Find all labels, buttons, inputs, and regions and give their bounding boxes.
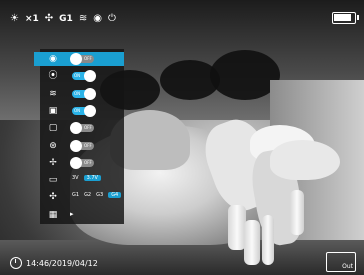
toggle-knob (84, 104, 96, 117)
fan-icon: ✢ (49, 157, 57, 168)
fan-level: G1 (59, 14, 73, 24)
scene-post (290, 190, 304, 235)
option-group: G1 G2 G3 G4 (72, 192, 122, 199)
toggle-label: OFF (84, 159, 92, 165)
toggle-knob (84, 87, 96, 100)
battery-icon: ▭ (48, 175, 58, 186)
toggle-label: ON (74, 107, 81, 113)
toggle-switch[interactable]: ON (72, 104, 96, 117)
timestamp: 14:46/2019/04/12 (10, 257, 98, 269)
eye-icon: ◉ (49, 54, 57, 64)
battery-icon (332, 12, 359, 24)
wifi-icon: ≋ (78, 13, 88, 24)
option-g2[interactable]: G2 (84, 192, 91, 198)
toggle-knob (70, 139, 82, 152)
clock-icon (10, 257, 22, 269)
menu-item-fan-speed[interactable]: ✣ G1 G2 G3 G4 (40, 190, 124, 204)
toggle-knob (84, 70, 96, 83)
menu-item-fan[interactable]: ✢ OFF (40, 156, 124, 170)
fan-icon: ✣ (44, 13, 54, 24)
option-3v[interactable]: 3V (72, 175, 79, 181)
toggle-switch[interactable]: OFF (70, 156, 94, 169)
menu-item-battery[interactable]: ▭ 3V 3.7V (40, 173, 124, 187)
menu-item-wifi[interactable]: ≋ ON (40, 87, 124, 101)
scene-post (262, 215, 274, 265)
option-g3[interactable]: G3 (96, 192, 103, 198)
option-3-7v[interactable]: 3.7V (83, 175, 101, 182)
option-group: 3V 3.7V (72, 175, 101, 182)
chevron-right-icon: ▸ (70, 209, 74, 218)
out-label: Out (342, 263, 353, 270)
pip-icon: ▣ (48, 105, 58, 116)
toggle-switch[interactable]: OFF (70, 122, 94, 135)
toggle-label: OFF (84, 125, 92, 131)
battery-level (334, 14, 351, 21)
menu-item-grid[interactable]: ▦ ▸ (40, 208, 124, 222)
toggle-knob (70, 156, 82, 169)
toggle-knob (70, 53, 82, 65)
menu-item-eye[interactable]: ◉ OFF (34, 52, 124, 66)
toggle-label: OFF (84, 56, 92, 61)
toggle-switch[interactable]: OFF (70, 53, 94, 65)
menu-item-lock[interactable]: ⊛ OFF (40, 139, 124, 153)
toggle-label: ON (74, 90, 81, 96)
status-bar: ☀ ×1 ✣ G1 ≋ ◉ ⏻ (10, 10, 116, 28)
toggle-label: OFF (84, 142, 92, 148)
fan-speed-icon: ✣ (49, 192, 57, 203)
toggle-switch[interactable]: OFF (70, 139, 94, 152)
thermal-viewfinder: ☀ ×1 ✣ G1 ≋ ◉ ⏻ ◉ OFF ⦿ ON ≋ ON ▣ ON ▢ OFF ⊛ OFF ✢ OF… (0, 0, 364, 275)
settings-menu: ◉ OFF ⦿ ON ≋ ON ▣ ON ▢ OFF ⊛ OFF ✢ OFF ▭ 3V 3.7V ✣ G1 G2 G3 G… (34, 49, 124, 224)
zoom-level: ×1 (24, 14, 39, 24)
scene-camel-head (270, 140, 340, 180)
sun-icon: ☀ (10, 13, 19, 24)
menu-item-compass[interactable]: ▢ OFF (40, 121, 124, 135)
compass-icon: ▢ (48, 123, 58, 134)
grid-icon: ▦ (48, 209, 58, 220)
wifi-icon: ≋ (49, 88, 57, 99)
toggle-label: ON (74, 73, 81, 79)
power-icon: ⏻ (107, 13, 116, 24)
out-button[interactable]: Out (326, 252, 356, 272)
toggle-knob (70, 122, 82, 135)
timestamp-text: 14:46/2019/04/12 (26, 258, 98, 268)
scene-post (244, 220, 260, 265)
eye-icon: ◉ (93, 13, 102, 24)
option-g1[interactable]: G1 (72, 192, 79, 198)
menu-item-pip[interactable]: ▣ ON (40, 104, 124, 118)
toggle-switch[interactable]: ON (72, 70, 96, 83)
menu-item-record[interactable]: ⦿ ON (40, 69, 124, 83)
record-icon: ⦿ (48, 71, 58, 82)
lock-icon: ⊛ (49, 140, 57, 151)
toggle-switch[interactable]: ON (72, 87, 96, 100)
option-g4[interactable]: G4 (108, 192, 122, 199)
